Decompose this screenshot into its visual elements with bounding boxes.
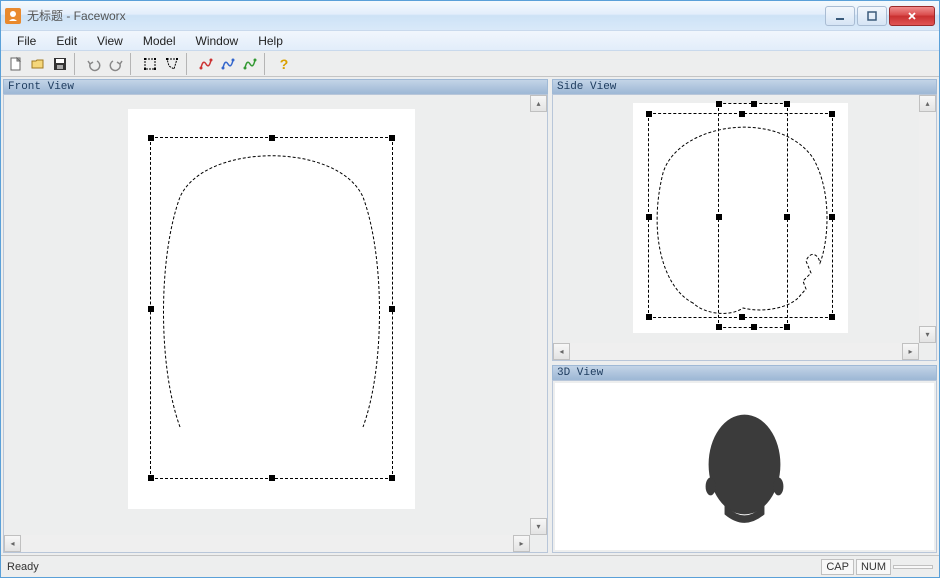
curve-green-icon[interactable] [239,53,261,75]
menu-model[interactable]: Model [133,32,186,50]
status-empty [893,565,933,569]
scroll-track[interactable] [919,112,936,326]
status-num: NUM [856,559,891,575]
scroll-left-icon[interactable]: ◂ [4,535,21,552]
side-view-pane: Side View [552,79,937,361]
menubar: File Edit View Model Window Help [1,31,939,51]
close-button[interactable] [889,6,935,26]
redo-icon[interactable] [105,53,127,75]
scroll-track[interactable] [570,343,902,360]
front-view-pane: Front View [3,79,548,553]
3d-view-header: 3D View [552,365,937,380]
toolbar-separator [264,53,270,75]
3d-canvas[interactable] [555,383,934,550]
statusbar: Ready CAP NUM [1,555,939,577]
scroll-right-icon[interactable]: ▸ [513,535,530,552]
scroll-up-icon[interactable]: ▴ [530,95,547,112]
status-ready: Ready [7,561,39,573]
side-view-body[interactable]: ▴ ▾ ◂ ▸ [552,94,937,361]
front-view-body[interactable]: ▴ ▾ ◂ ▸ [3,94,548,553]
scroll-down-icon[interactable]: ▾ [530,518,547,535]
side-view-header: Side View [552,79,937,94]
front-canvas[interactable] [128,109,415,509]
window-title: 无标题 - Faceworx [27,7,825,24]
undo-icon[interactable] [83,53,105,75]
scroll-left-icon[interactable]: ◂ [553,343,570,360]
svg-text:?: ? [280,56,289,72]
menu-help[interactable]: Help [248,32,293,50]
help-icon[interactable]: ? [273,53,295,75]
curve-red-icon[interactable] [195,53,217,75]
scrollbar-vertical[interactable]: ▴ ▾ [530,95,547,535]
new-icon[interactable] [5,53,27,75]
toolbar-separator [130,53,136,75]
window: 无标题 - Faceworx File Edit View Model Wind… [0,0,940,578]
head-outline-side [648,113,833,318]
menu-edit[interactable]: Edit [46,32,87,50]
lasso-select-icon[interactable] [161,53,183,75]
open-icon[interactable] [27,53,49,75]
scrollbar-horizontal[interactable]: ◂ ▸ [4,535,530,552]
curve-blue-icon[interactable] [217,53,239,75]
menu-file[interactable]: File [7,32,46,50]
titlebar: 无标题 - Faceworx [1,1,939,31]
maximize-button[interactable] [857,6,887,26]
toolbar-separator [186,53,192,75]
3d-view-pane: 3D View [552,365,937,553]
box-select-icon[interactable] [139,53,161,75]
toolbar-separator [74,53,80,75]
scroll-track[interactable] [530,112,547,518]
side-canvas[interactable] [633,103,848,333]
head-3d [555,383,934,550]
scrollbar-horizontal[interactable]: ◂ ▸ [553,343,919,360]
menu-view[interactable]: View [87,32,133,50]
scroll-down-icon[interactable]: ▾ [919,326,936,343]
app-icon [5,8,21,24]
workspace: Front View [1,77,939,555]
scroll-up-icon[interactable]: ▴ [919,95,936,112]
3d-view-body[interactable] [552,380,937,553]
status-cap: CAP [821,559,854,575]
save-icon[interactable] [49,53,71,75]
front-view-header: Front View [3,79,548,94]
menu-window[interactable]: Window [186,32,249,50]
scroll-right-icon[interactable]: ▸ [902,343,919,360]
toolbar: ? [1,51,939,77]
scroll-track[interactable] [21,535,513,552]
window-controls [825,6,935,26]
minimize-button[interactable] [825,6,855,26]
scrollbar-vertical[interactable]: ▴ ▾ [919,95,936,343]
head-outline-front [150,137,393,479]
